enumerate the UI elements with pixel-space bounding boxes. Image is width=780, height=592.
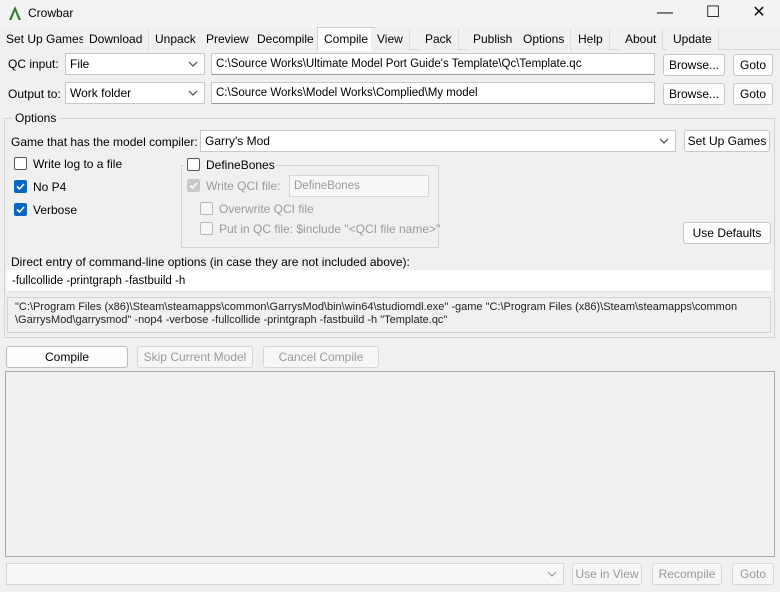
cancel-compile-button[interactable]: Cancel Compile <box>263 346 379 368</box>
chevron-down-icon <box>188 61 198 67</box>
checkmark-icon <box>16 183 25 191</box>
write-qci-checkbox[interactable] <box>187 179 200 192</box>
direct-entry-field[interactable]: -fullcollide -printgraph -fastbuild -h <box>7 270 771 292</box>
tab-unpack[interactable]: Unpack <box>149 29 203 50</box>
qc-input-label: QC input: <box>8 57 59 71</box>
tab-preview[interactable]: Preview <box>200 29 256 50</box>
qc-input-goto-button[interactable]: Goto <box>733 54 773 76</box>
tab-pack[interactable]: Pack <box>419 29 459 50</box>
direct-entry-label: Direct entry of command-line options (in… <box>11 255 410 269</box>
output-to-mode-select[interactable]: Work folder <box>65 82 205 104</box>
minimize-icon: — <box>657 4 673 21</box>
minimize-button[interactable]: — <box>642 0 688 28</box>
output-to-mode-value: Work folder <box>70 86 132 100</box>
verbose-label: Verbose <box>33 203 78 217</box>
output-path-field[interactable]: C:\Source Works\Model Works\Complied\My … <box>211 82 655 104</box>
definebones-checkbox[interactable] <box>187 158 200 171</box>
qc-input-browse-button[interactable]: Browse... <box>663 54 725 76</box>
write-qci-label: Write QCI file: <box>206 179 281 193</box>
maximize-icon: ☐ <box>705 4 721 21</box>
definebones-label: DefineBones <box>206 158 275 172</box>
tab-update[interactable]: Update <box>667 29 719 50</box>
close-button[interactable]: ✕ <box>736 0 780 28</box>
tab-compile[interactable]: Compile <box>317 27 376 51</box>
tab-download[interactable]: Download <box>83 29 150 50</box>
options-group-title: Options <box>12 111 60 125</box>
qc-input-mode-select[interactable]: File <box>65 53 205 75</box>
skip-current-model-button[interactable]: Skip Current Model <box>137 346 253 368</box>
qci-filename-field[interactable]: DefineBones <box>289 175 429 197</box>
output-browse-button[interactable]: Browse... <box>663 83 725 105</box>
put-in-qc-label: Put in QC file: $include "<QCI file name… <box>219 222 441 236</box>
set-up-games-button[interactable]: Set Up Games <box>684 130 770 152</box>
tab-decompile[interactable]: Decompile <box>251 29 321 50</box>
recompile-button[interactable]: Recompile <box>652 563 722 585</box>
close-icon: ✕ <box>752 4 766 21</box>
checkmark-icon <box>189 182 198 190</box>
tab-about[interactable]: About <box>619 29 664 50</box>
tab-view[interactable]: View <box>371 29 410 50</box>
use-in-view-button[interactable]: Use in View <box>572 563 642 585</box>
command-line-text-1: "C:\Program Files (x86)\Steam\steamapps\… <box>15 301 738 313</box>
put-in-qc-checkbox[interactable] <box>200 222 213 235</box>
chevron-down-icon <box>547 571 557 577</box>
tab-help[interactable]: Help <box>572 29 610 50</box>
overwrite-qci-checkbox[interactable] <box>200 202 213 215</box>
game-select-value: Garry's Mod <box>205 134 270 148</box>
no-p4-label: No P4 <box>33 180 67 194</box>
crowbar-logo-icon <box>9 6 21 20</box>
game-compiler-label: Game that has the model compiler: <box>11 135 198 149</box>
no-p4-checkbox[interactable] <box>14 180 27 193</box>
write-log-label: Write log to a file <box>33 157 123 171</box>
tab-set-up-games[interactable]: Set Up Games <box>0 29 92 50</box>
chevron-down-icon <box>188 90 198 96</box>
game-select[interactable]: Garry's Mod <box>200 130 676 152</box>
command-line-text-2: \GarrysMod\garrysmod" -nop4 -verbose -fu… <box>15 314 448 326</box>
overwrite-qci-label: Overwrite QCI file <box>219 202 314 216</box>
output-to-label: Output to: <box>8 87 61 101</box>
checkmark-icon <box>16 206 25 214</box>
output-files-select[interactable] <box>6 563 564 585</box>
window-title: Crowbar <box>28 6 74 20</box>
verbose-checkbox[interactable] <box>14 203 27 216</box>
compile-button[interactable]: Compile <box>6 346 128 368</box>
tab-options[interactable]: Options <box>517 29 572 50</box>
tab-publish[interactable]: Publish <box>467 29 520 50</box>
chevron-down-icon <box>659 138 669 144</box>
output-goto-button[interactable]: Goto <box>733 83 773 105</box>
maximize-button[interactable]: ☐ <box>690 0 736 28</box>
qc-input-path-field[interactable]: C:\Source Works\Ultimate Model Port Guid… <box>211 53 655 75</box>
use-defaults-button[interactable]: Use Defaults <box>683 222 771 244</box>
bottom-goto-button[interactable]: Goto <box>732 563 774 585</box>
qc-input-mode-value: File <box>70 57 90 71</box>
command-line-preview: "C:\Program Files (x86)\Steam\steamapps\… <box>7 297 771 333</box>
compile-log-area[interactable] <box>5 371 775 557</box>
write-log-checkbox[interactable] <box>14 157 27 170</box>
